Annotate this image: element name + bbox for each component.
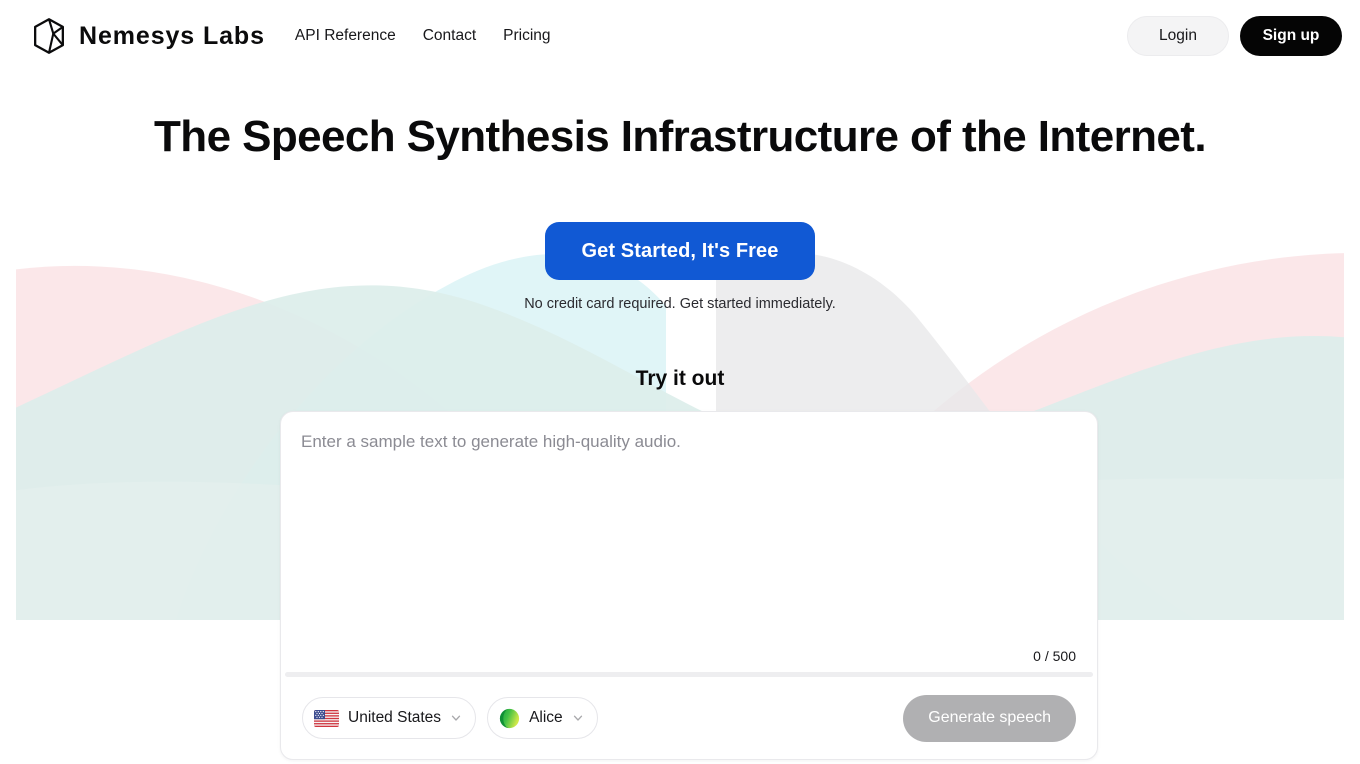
hexagon-cube-logo-icon	[28, 15, 70, 57]
character-counter: 0 / 500	[1033, 648, 1076, 664]
nav-item-contact[interactable]: Contact	[423, 27, 476, 45]
chevron-down-icon	[450, 712, 462, 724]
hero-cta-area: Get Started, It's Free No credit card re…	[0, 222, 1360, 312]
nav-item-pricing[interactable]: Pricing	[503, 27, 550, 45]
main-nav: API Reference Contact Pricing	[295, 27, 551, 45]
nav-item-api-reference[interactable]: API Reference	[295, 27, 396, 45]
signup-button[interactable]: Sign up	[1240, 16, 1342, 56]
demo-textarea-area: 0 / 500	[281, 412, 1097, 672]
brand-name: Nemesys Labs	[79, 21, 265, 50]
cta-note: No credit card required. Get started imm…	[524, 296, 836, 312]
login-button[interactable]: Login	[1127, 16, 1229, 56]
language-select-label: United States	[348, 709, 442, 726]
generate-speech-button[interactable]: Generate speech	[903, 694, 1076, 742]
hero-section: The Speech Synthesis Infrastructure of t…	[0, 112, 1360, 161]
chevron-down-icon	[572, 712, 584, 724]
page-title: The Speech Synthesis Infrastructure of t…	[154, 112, 1207, 161]
language-select[interactable]: United States	[302, 697, 477, 739]
brand-logo[interactable]: Nemesys Labs	[28, 15, 265, 57]
us-flag-icon	[314, 709, 339, 727]
demo-card-footer: United States Alice Generate speech	[281, 677, 1097, 759]
voice-select[interactable]: Alice	[487, 697, 598, 739]
voice-select-label: Alice	[529, 709, 563, 726]
demo-section-title: Try it out	[635, 367, 725, 390]
voice-avatar-icon	[499, 708, 520, 729]
site-header: Nemesys Labs API Reference Contact Prici…	[0, 0, 1360, 72]
header-actions: Login Sign up	[1127, 16, 1342, 56]
sample-text-input[interactable]	[301, 430, 1077, 630]
get-started-button[interactable]: Get Started, It's Free	[545, 222, 815, 280]
demo-card: 0 / 500	[280, 411, 1098, 760]
page-root: Nemesys Labs API Reference Contact Prici…	[0, 0, 1360, 764]
